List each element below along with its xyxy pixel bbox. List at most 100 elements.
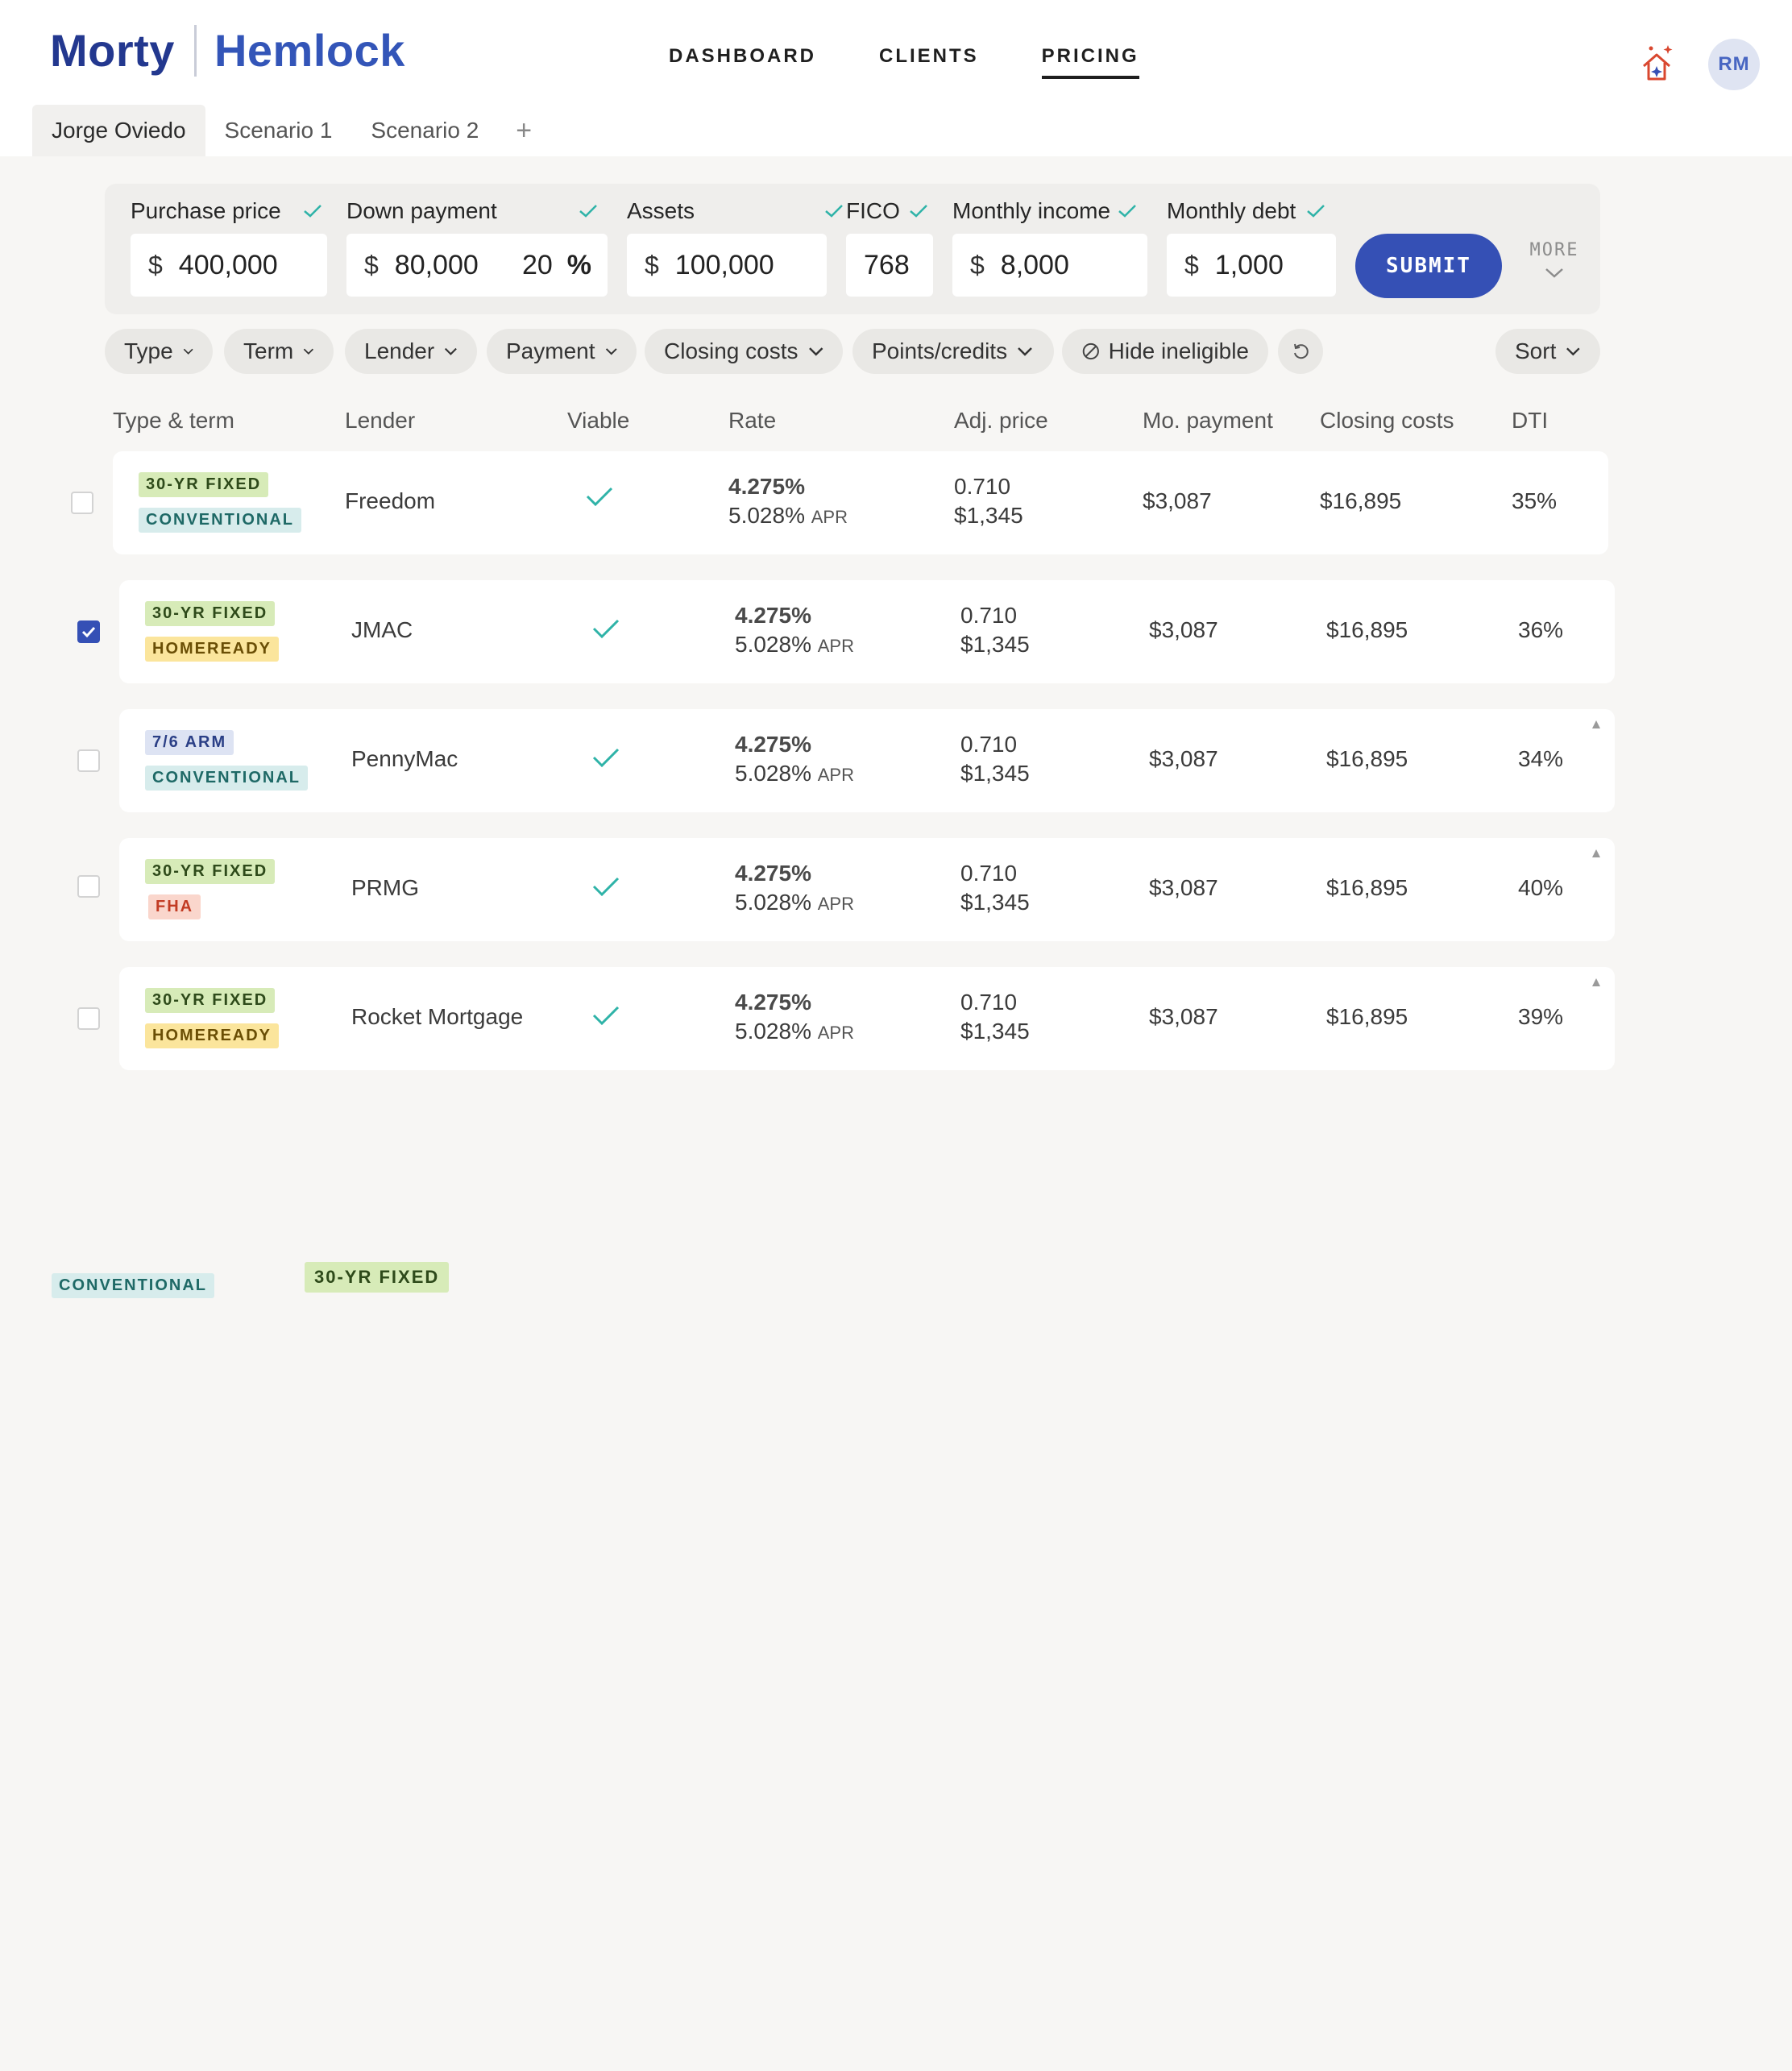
table-row[interactable]: 30-YR FIXED HOMEREADY JMAC 4.275% 5.028%… [119, 580, 1615, 683]
top-header: Morty Hemlock DASHBOARD CLIENTS PRICING … [0, 0, 1792, 156]
brand-divider [193, 24, 197, 77]
filter-closing-costs[interactable]: Closing costs [645, 329, 843, 374]
filter-term[interactable]: Term [224, 329, 334, 374]
sort-dropdown[interactable]: Sort [1495, 329, 1600, 374]
filter-lender[interactable]: Lender [345, 329, 477, 374]
purchase-price-value: 400,000 [178, 249, 278, 280]
dragging-type-badge[interactable]: CONVENTIONAL [52, 1273, 214, 1298]
filter-payment[interactable]: Payment [487, 329, 637, 374]
brand-logo[interactable]: Morty Hemlock [50, 24, 405, 77]
down-payment-percent[interactable]: 20 [516, 250, 553, 281]
monthly-income-label: Monthly income [952, 198, 1138, 224]
user-avatar[interactable]: RM [1708, 39, 1760, 90]
apr-value: 5.028% APR [735, 1019, 854, 1044]
filter-points-credits-label: Points/credits [872, 338, 1008, 363]
check-icon [825, 205, 843, 218]
dollar-sign: $ [970, 250, 985, 280]
fico-label: FICO [846, 198, 929, 224]
lender-name: JMAC [351, 617, 413, 642]
purchase-price-input[interactable]: $ 400,000 [131, 234, 327, 297]
filter-type[interactable]: Type [105, 329, 213, 374]
check-icon [910, 205, 927, 218]
fico-input[interactable]: 768 [846, 234, 933, 297]
table-row[interactable]: 30-YR FIXED HOMEREADY Rocket Mortgage 4.… [119, 967, 1615, 1070]
assets-value: 100,000 [674, 249, 774, 280]
adj-price-value: 0.710 [954, 474, 1011, 499]
dti-value: 36% [1518, 617, 1564, 642]
check-icon [592, 877, 620, 897]
mo-payment-value: $3,087 [1149, 875, 1218, 900]
adj-price-value: 0.710 [960, 603, 1018, 628]
closing-costs-value: $16,895 [1320, 488, 1402, 513]
apr-number: 5.028% [735, 890, 811, 915]
col-viable[interactable]: Viable [567, 408, 629, 434]
row-checkbox[interactable] [77, 1007, 100, 1030]
monthly-debt-input[interactable]: $ 1,000 [1167, 234, 1336, 297]
check-icon [592, 1006, 620, 1026]
table-row[interactable]: 7/6 ARM CONVENTIONAL PennyMac 4.275% 5.0… [119, 709, 1615, 812]
nav-clients[interactable]: CLIENTS [879, 45, 979, 79]
apr-value: 5.028% APR [735, 632, 854, 658]
adj-price-amount: $1,345 [960, 761, 1030, 786]
filter-points-credits[interactable]: Points/credits [852, 329, 1054, 374]
assets-input[interactable]: $ 100,000 [627, 234, 827, 297]
row-checkbox[interactable] [77, 620, 100, 643]
refresh-icon [1294, 343, 1309, 359]
mo-payment-value: $3,087 [1149, 617, 1218, 642]
type-badge: HOMEREADY [145, 637, 280, 662]
monthly-income-input[interactable]: $ 8,000 [952, 234, 1147, 297]
nav-pricing[interactable]: PRICING [1041, 45, 1139, 79]
row-checkbox[interactable] [77, 875, 100, 898]
closing-costs-value: $16,895 [1326, 1004, 1408, 1029]
collapse-arrow-icon[interactable] [1592, 849, 1600, 857]
table-row[interactable]: 30-YR FIXED FHA PRMG 4.275% 5.028% APR 0… [119, 838, 1615, 941]
chevron-down-icon [605, 348, 617, 355]
adj-price-amount: $1,345 [960, 1019, 1030, 1044]
apr-label: APR [817, 1023, 854, 1043]
submit-button[interactable]: SUBMIT [1355, 234, 1502, 298]
adj-price-value: 0.710 [960, 990, 1018, 1015]
dti-value: 35% [1512, 488, 1558, 513]
tab-scenario-1[interactable]: Scenario 1 [205, 105, 352, 156]
filter-bar: Type Term Lender Payment Closing costs P… [105, 329, 1600, 374]
col-dti[interactable]: DTI [1512, 408, 1548, 434]
sparkle-home-icon[interactable] [1639, 42, 1678, 84]
dollar-sign: $ [148, 250, 163, 280]
apr-value: 5.028% APR [735, 890, 854, 915]
dollar-sign: $ [645, 250, 659, 280]
closing-costs-value: $16,895 [1326, 746, 1408, 771]
apr-label: APR [811, 507, 848, 527]
apr-label: APR [817, 765, 854, 785]
hide-ineligible-toggle[interactable]: Hide ineligible [1062, 329, 1268, 374]
tab-client[interactable]: Jorge Oviedo [32, 105, 205, 156]
col-rate[interactable]: Rate [728, 408, 776, 434]
col-mo-payment[interactable]: Mo. payment [1143, 408, 1273, 434]
tab-scenario-2[interactable]: Scenario 2 [351, 105, 498, 156]
brand-hemlock: Hemlock [214, 25, 405, 76]
monthly-income-value: 8,000 [1000, 249, 1069, 280]
nav-dashboard[interactable]: DASHBOARD [669, 45, 816, 79]
apr-value: 5.028% APR [735, 761, 854, 786]
row-checkbox[interactable] [71, 492, 93, 514]
collapse-arrow-icon[interactable] [1592, 720, 1600, 728]
down-payment-label: Down payment [346, 198, 599, 224]
dollar-sign: $ [364, 250, 379, 280]
add-tab-button[interactable]: + [498, 105, 550, 156]
check-icon [592, 619, 620, 639]
dragging-term-badge[interactable]: 30-YR FIXED [305, 1262, 450, 1293]
col-lender[interactable]: Lender [345, 408, 415, 434]
more-toggle[interactable]: MORE [1520, 240, 1589, 284]
reset-filters-button[interactable] [1278, 329, 1323, 374]
col-type-term[interactable]: Type & term [113, 408, 234, 434]
row-checkbox[interactable] [77, 749, 100, 772]
closing-costs-value: $16,895 [1326, 875, 1408, 900]
down-payment-input[interactable]: $ 80,000 20 % [346, 234, 608, 297]
collapse-arrow-icon[interactable] [1592, 978, 1600, 986]
table-row[interactable]: 30-YR FIXED CONVENTIONAL Freedom 4.275% … [113, 451, 1608, 554]
col-adj-price[interactable]: Adj. price [954, 408, 1048, 434]
chevron-down-icon [1545, 268, 1563, 278]
col-closing-costs[interactable]: Closing costs [1320, 408, 1454, 434]
filter-closing-costs-label: Closing costs [664, 338, 799, 363]
percent-sign: % [566, 249, 592, 280]
rate-value: 4.275% [735, 603, 811, 628]
